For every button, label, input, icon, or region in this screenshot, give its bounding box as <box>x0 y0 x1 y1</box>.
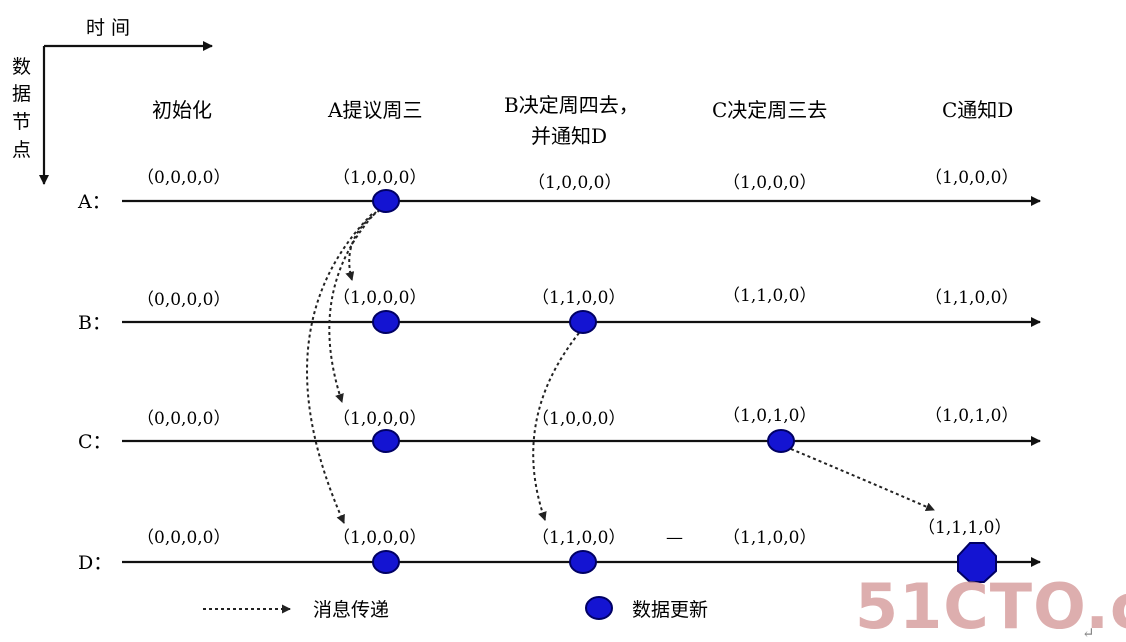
vector-label: （1,1,0,0） <box>925 288 1018 308</box>
vector-label: （1,0,0,0） <box>532 409 625 429</box>
update-node-d-2 <box>569 550 597 574</box>
vector-label: （1,0,0,0） <box>333 288 426 308</box>
vector-label: （1,0,0,0） <box>333 168 426 188</box>
legend: 消息传递 数据更新 <box>203 596 708 621</box>
vector-label: （1,1,1,0） <box>918 518 1011 538</box>
node-axis-label-char: 数 <box>12 56 31 78</box>
message-arrows <box>306 209 935 524</box>
row-label-b: B： <box>78 312 111 334</box>
node-axis-label-char: 点 <box>12 139 31 161</box>
version-vectors: （0,0,0,0） （1,0,0,0） （1,0,0,0） （1,0,0,0） … <box>137 168 1018 548</box>
vector-label: （1,0,1,0） <box>723 406 816 426</box>
vector-label: （1,1,0,0） <box>723 528 816 548</box>
timeline-diagram: 时 间 数 据 节 点 初始化 A提议周三 B决定周四去， 并通知D C决定周三… <box>12 17 1126 642</box>
connector-dash: — <box>666 528 683 548</box>
update-node-b-2 <box>569 310 597 334</box>
row-label-c: C： <box>78 431 112 453</box>
vector-label: （1,1,0,0） <box>532 288 625 308</box>
update-node-d-1 <box>372 550 400 574</box>
vector-label: （1,0,0,0） <box>333 528 426 548</box>
vector-label: （1,0,1,0） <box>925 406 1018 426</box>
column-header-init: 初始化 <box>152 98 212 122</box>
column-header-c-decides: C决定周三去 <box>712 98 827 122</box>
message-arrow-a-to-d <box>306 213 373 524</box>
vector-label: （1,0,0,0） <box>925 168 1018 188</box>
update-node-a-1 <box>372 189 400 213</box>
row-labels: A： B： C： D： <box>77 191 112 574</box>
node-axis-label-char: 据 <box>12 83 31 105</box>
vector-label: （1,1,0,0） <box>723 286 816 306</box>
column-header-c-notifies: C通知D <box>942 98 1013 122</box>
vector-label: （0,0,0,0） <box>137 528 230 548</box>
update-node-c-1 <box>372 429 400 453</box>
vector-label: （1,0,0,0） <box>723 173 816 193</box>
vector-label: （1,0,0,0） <box>528 173 621 193</box>
time-axis-label: 时 间 <box>86 17 130 39</box>
column-header-a-proposes: A提议周三 <box>327 98 422 122</box>
column-headers: 初始化 A提议周三 B决定周四去， 并通知D C决定周三去 C通知D <box>152 93 1013 148</box>
node-axis-label-char: 节 <box>12 111 31 133</box>
column-header-b-decides: B决定周四去， <box>504 93 639 117</box>
legend-update-icon <box>585 596 613 620</box>
vector-label: （1,0,0,0） <box>333 409 426 429</box>
row-label-a: A： <box>77 191 111 213</box>
column-header-b-decides-line2: 并通知D <box>531 124 607 148</box>
update-node-b-1 <box>372 310 400 334</box>
vector-label: （0,0,0,0） <box>137 168 230 188</box>
legend-update-label: 数据更新 <box>632 599 708 621</box>
update-node-c-3 <box>767 429 795 453</box>
vector-label: （1,1,0,0） <box>532 528 625 548</box>
row-label-d: D： <box>78 552 112 574</box>
vector-label: （0,0,0,0） <box>137 290 230 310</box>
vector-label: （0,0,0,0） <box>137 409 230 429</box>
message-arrow-c-to-d <box>790 448 935 511</box>
return-icon: ↵ <box>1082 624 1095 642</box>
legend-message-label: 消息传递 <box>313 599 389 621</box>
message-arrow-a-to-b <box>345 209 381 281</box>
update-nodes <box>372 189 997 583</box>
timelines <box>122 196 1041 567</box>
